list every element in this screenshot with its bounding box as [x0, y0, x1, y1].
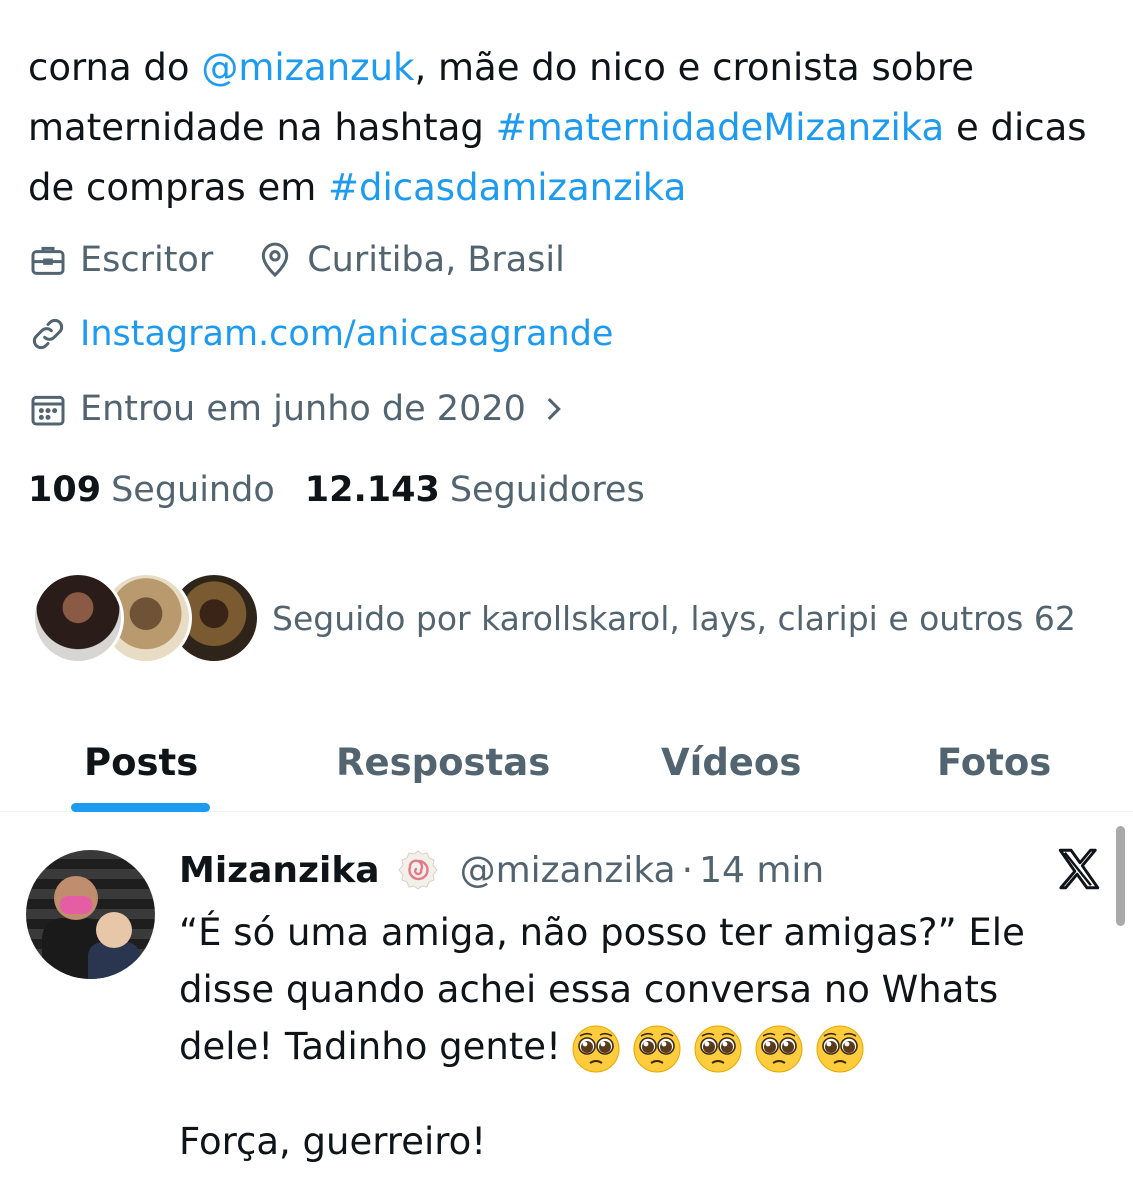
joined-text: Entrou em junho de 2020: [80, 389, 526, 429]
bio-text: corna do: [28, 46, 202, 89]
pleading-face-icon: [693, 1024, 743, 1074]
avatar: [32, 572, 124, 664]
profile-tabs: Posts Respostas Vídeos Fotos: [0, 712, 1133, 812]
profession-item: Escritor: [28, 240, 213, 280]
hashtag-link-maternidade[interactable]: #maternidadeMizanzika: [496, 106, 945, 149]
post-text: “É só uma amiga, não posso ter amigas?” …: [179, 904, 1079, 1075]
location-text: Curitiba, Brasil: [307, 240, 565, 280]
scrollbar[interactable]: [1116, 826, 1125, 926]
post-item[interactable]: Mizanzika @mizanzika · 14 min “É só uma …: [0, 812, 1133, 1200]
post-author-name[interactable]: Mizanzika: [179, 850, 380, 891]
active-tab-indicator: [71, 803, 210, 812]
profile-stats: 109 Seguindo 12.143 Seguidores: [28, 470, 675, 510]
following-stat[interactable]: 109 Seguindo: [28, 470, 275, 510]
joined-row: Entrou em junho de 2020: [28, 389, 612, 429]
emoji-row: [571, 1024, 876, 1074]
website-item[interactable]: Instagram.com/anicasagrande: [28, 314, 613, 354]
briefcase-icon: [31, 246, 65, 275]
following-label: Seguindo: [111, 470, 275, 510]
post-text-line2: Força, guerreiro!: [179, 1120, 487, 1163]
separator-dot: ·: [681, 849, 694, 891]
narutomaki-badge-icon: [397, 850, 438, 890]
pleading-face-icon: [815, 1024, 865, 1074]
followed-by-row[interactable]: Seguido por karollskarol, lays, claripi …: [32, 572, 1076, 664]
mention-link[interactable]: @mizanzuk: [201, 46, 414, 89]
pleading-face-icon: [571, 1024, 621, 1074]
website-row: Instagram.com/anicasagrande: [28, 314, 655, 354]
tab-fotos[interactable]: Fotos: [937, 712, 1051, 812]
followers-stat[interactable]: 12.143 Seguidores: [305, 470, 645, 510]
profile-meta-row: Escritor Curitiba, Brasil: [28, 240, 607, 280]
following-count: 109: [28, 470, 102, 510]
followers-label: Seguidores: [449, 470, 645, 510]
hashtag-link-dicas[interactable]: #dicasdamizanzika: [328, 166, 686, 209]
location-item: Curitiba, Brasil: [255, 240, 565, 280]
tab-posts[interactable]: Posts: [84, 712, 198, 812]
profile-bio: corna do @mizanzuk, mãe do nico e cronis…: [28, 38, 1108, 218]
calendar-icon: [31, 395, 65, 426]
profession-text: Escritor: [80, 240, 214, 280]
post-header: Mizanzika @mizanzika · 14 min: [179, 848, 824, 892]
x-logo-icon: [1058, 848, 1100, 890]
avatar[interactable]: [26, 850, 155, 979]
location-pin-icon: [262, 242, 289, 278]
link-icon: [32, 318, 64, 350]
tab-respostas[interactable]: Respostas: [336, 712, 550, 812]
joined-item[interactable]: Entrou em junho de 2020: [28, 389, 570, 429]
followers-count: 12.143: [304, 470, 440, 510]
website-link[interactable]: Instagram.com/anicasagrande: [80, 314, 613, 354]
tab-videos[interactable]: Vídeos: [661, 712, 801, 812]
followed-by-text: Seguido por karollskarol, lays, claripi …: [272, 598, 1076, 638]
pleading-face-icon: [754, 1024, 804, 1074]
post-timestamp[interactable]: 14 min: [699, 850, 824, 891]
post-author-handle[interactable]: @mizanzika: [460, 850, 676, 891]
chevron-right-icon: [547, 397, 561, 421]
pleading-face-icon: [632, 1024, 682, 1074]
followed-by-avatars: [32, 572, 260, 664]
